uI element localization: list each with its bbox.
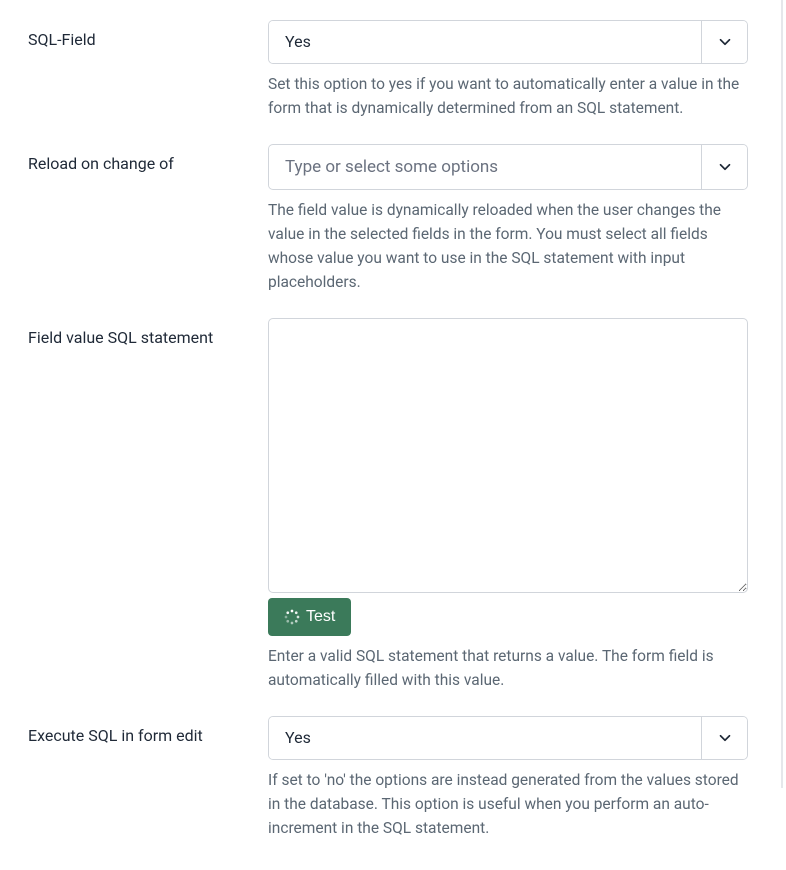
execute-in-edit-select-handle[interactable]	[701, 717, 747, 759]
help-sql-field: Set this option to yes if you want to au…	[268, 72, 748, 120]
execute-in-edit-select-value: Yes	[269, 717, 701, 759]
execute-in-edit-select[interactable]: Yes	[268, 716, 748, 760]
test-button[interactable]: Test	[268, 598, 351, 636]
control-sql-field: Yes Set this option to yes if you want t…	[268, 20, 748, 120]
sql-field-select[interactable]: Yes	[268, 20, 748, 64]
help-sql-statement: Enter a valid SQL statement that returns…	[268, 644, 748, 692]
label-reload-on-change: Reload on change of	[28, 144, 268, 173]
test-button-label: Test	[306, 608, 335, 626]
spinner-icon	[284, 609, 300, 625]
help-execute-in-edit: If set to 'no' the options are instead g…	[268, 768, 748, 840]
sql-field-select-handle[interactable]	[701, 21, 747, 63]
right-divider	[781, 0, 783, 788]
control-execute-in-edit: Yes If set to 'no' the options are inste…	[268, 716, 748, 840]
chevron-down-icon	[716, 33, 734, 51]
row-sql-statement: Field value SQL statement Tes	[28, 318, 748, 692]
sql-statement-textarea[interactable]	[268, 318, 748, 593]
chevron-down-icon	[716, 158, 734, 176]
label-execute-in-edit: Execute SQL in form edit	[28, 716, 268, 745]
form-area: SQL-Field Yes Set this option to yes if …	[0, 0, 776, 870]
control-reload-on-change: Type or select some options The field va…	[268, 144, 748, 294]
label-sql-statement: Field value SQL statement	[28, 318, 268, 347]
control-sql-statement: Test Enter a valid SQL statement that re…	[268, 318, 748, 692]
reload-on-change-placeholder: Type or select some options	[269, 146, 701, 188]
label-sql-field: SQL-Field	[28, 20, 268, 49]
reload-on-change-select[interactable]: Type or select some options	[268, 144, 748, 190]
help-reload-on-change: The field value is dynamically reloaded …	[268, 198, 748, 294]
chevron-down-icon	[716, 729, 734, 747]
sql-field-select-value: Yes	[269, 21, 701, 63]
row-reload-on-change: Reload on change of Type or select some …	[28, 144, 748, 294]
row-sql-field: SQL-Field Yes Set this option to yes if …	[28, 20, 748, 120]
row-execute-in-edit: Execute SQL in form edit Yes If set to '…	[28, 716, 748, 840]
reload-on-change-select-handle[interactable]	[701, 145, 747, 189]
